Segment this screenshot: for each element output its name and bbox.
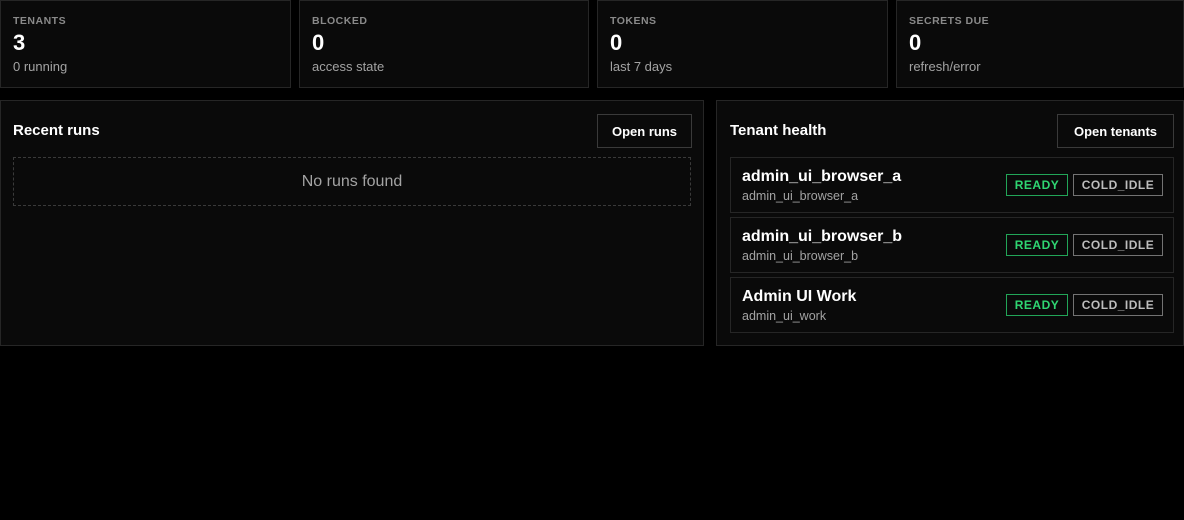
status-badge-ready: READY: [1006, 294, 1068, 316]
tenant-name: Admin UI Work: [742, 288, 857, 305]
stat-value: 0: [909, 30, 922, 55]
stat-card-tenants: TENANTS 3 0 running: [0, 0, 291, 88]
recent-runs-panel: Recent runs Open runs No runs found: [0, 100, 704, 346]
stat-card-tokens: TOKENS 0 last 7 days: [597, 0, 888, 88]
tenant-id: admin_ui_browser_b: [742, 249, 859, 263]
tenant-row[interactable]: Admin UI Work admin_ui_work READY COLD_I…: [730, 277, 1174, 333]
state-badge-cold-idle: COLD_IDLE: [1073, 294, 1163, 316]
stat-subtitle: refresh/error: [909, 59, 981, 74]
stat-card-blocked: BLOCKED 0 access state: [299, 0, 589, 88]
stat-label: SECRETS DUE: [909, 15, 990, 27]
stat-card-secrets-due: SECRETS DUE 0 refresh/error: [896, 0, 1184, 88]
stats-row: TENANTS 3 0 running BLOCKED 0 access sta…: [0, 0, 1184, 88]
stat-value: 0: [312, 30, 325, 55]
stat-label: BLOCKED: [312, 15, 368, 27]
tenant-name: admin_ui_browser_b: [742, 228, 903, 245]
tenant-id: admin_ui_browser_a: [742, 189, 859, 203]
stat-value: 3: [13, 30, 26, 55]
tenant-row[interactable]: admin_ui_browser_a admin_ui_browser_a RE…: [730, 157, 1174, 213]
stat-label: TOKENS: [610, 15, 657, 27]
tenant-health-title: Tenant health: [730, 122, 827, 139]
stat-subtitle: access state: [312, 59, 385, 74]
open-runs-button[interactable]: Open runs: [597, 114, 692, 148]
stat-label: TENANTS: [13, 15, 67, 27]
tenant-name: admin_ui_browser_a: [742, 168, 902, 185]
runs-empty-state: No runs found: [13, 157, 691, 206]
stat-subtitle: 0 running: [13, 59, 68, 74]
state-badge-cold-idle: COLD_IDLE: [1073, 234, 1163, 256]
tenant-health-panel: Tenant health Open tenants admin_ui_brow…: [716, 100, 1184, 346]
stat-subtitle: last 7 days: [610, 59, 673, 74]
tenant-id: admin_ui_work: [742, 309, 827, 323]
stat-value: 0: [610, 30, 623, 55]
state-badge-cold-idle: COLD_IDLE: [1073, 174, 1163, 196]
status-badge-ready: READY: [1006, 234, 1068, 256]
recent-runs-title: Recent runs: [13, 122, 100, 139]
status-badge-ready: READY: [1006, 174, 1068, 196]
open-tenants-button[interactable]: Open tenants: [1057, 114, 1174, 148]
tenant-row[interactable]: admin_ui_browser_b admin_ui_browser_b RE…: [730, 217, 1174, 273]
